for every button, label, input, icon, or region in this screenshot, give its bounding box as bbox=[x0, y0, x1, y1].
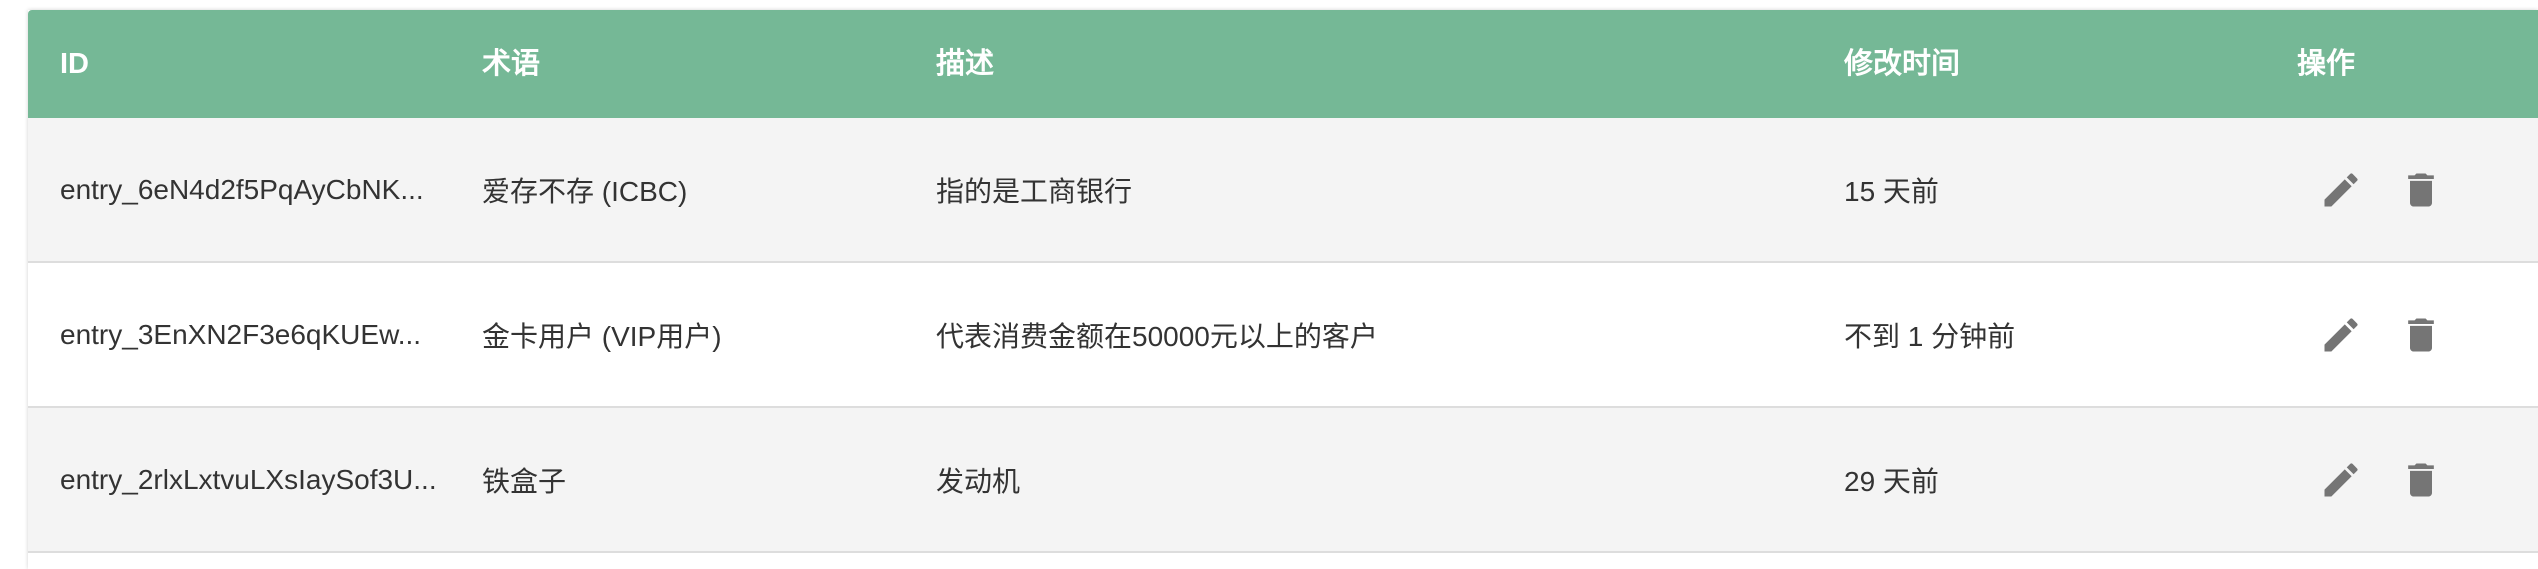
edit-button[interactable] bbox=[2311, 450, 2371, 510]
table-row: entry_3EnXN2F3e6qKUEw... 金卡用户 (VIP用户) 代表… bbox=[28, 263, 2538, 408]
cell-description: 发动机 bbox=[936, 465, 1021, 497]
column-header-id[interactable]: ID bbox=[28, 10, 482, 118]
cell-term: 铁盒子 bbox=[482, 465, 567, 497]
trash-icon bbox=[2408, 463, 2434, 496]
column-header-term[interactable]: 术语 bbox=[482, 10, 936, 118]
cell-id-text: entry_6eN4d2f5PqAyCbNK... bbox=[60, 174, 424, 206]
cell-modified: 不到 1 分钟前 bbox=[1844, 320, 2016, 352]
cell-modified: 15 天前 bbox=[1844, 175, 1939, 207]
cell-id: entry_3EnXN2F3e6qKUEw... bbox=[28, 318, 482, 352]
edit-button[interactable] bbox=[2311, 160, 2371, 220]
pencil-icon bbox=[2324, 172, 2358, 206]
cell-id-text: entry_2rlxLxtvuLXsIaySof3U... bbox=[60, 464, 437, 496]
trash-icon bbox=[2408, 173, 2434, 206]
cell-actions bbox=[2297, 450, 2538, 510]
cell-actions bbox=[2297, 160, 2538, 220]
delete-button[interactable] bbox=[2391, 450, 2451, 510]
cell-term: 爱存不存 (ICBC) bbox=[482, 175, 688, 207]
delete-button[interactable] bbox=[2391, 305, 2451, 365]
table-row: entry_2rlxLxtvuLXsIaySof3U... 铁盒子 发动机 29… bbox=[28, 408, 2538, 553]
cell-description: 代表消费金额在50000元以上的客户 bbox=[936, 320, 1378, 352]
column-header-modified[interactable]: 修改时间 bbox=[1844, 10, 2297, 118]
table-header: ID 术语 描述 修改时间 操作 bbox=[28, 10, 2538, 118]
trash-icon bbox=[2408, 318, 2434, 351]
edit-button[interactable] bbox=[2311, 305, 2371, 365]
column-header-actions: 操作 bbox=[2297, 48, 2356, 80]
table-row: entry_6eN4d2f5PqAyCbNK... 爱存不存 (ICBC) 指的… bbox=[28, 118, 2538, 263]
cell-id: entry_2rlxLxtvuLXsIaySof3U... bbox=[28, 463, 482, 497]
cell-id: entry_6eN4d2f5PqAyCbNK... bbox=[28, 173, 482, 207]
column-header-description[interactable]: 描述 bbox=[936, 10, 1844, 118]
cell-description: 指的是工商银行 bbox=[936, 175, 1133, 207]
table-row-partial bbox=[28, 553, 2538, 569]
cell-term: 金卡用户 (VIP用户) bbox=[482, 320, 722, 352]
cell-actions bbox=[2297, 305, 2538, 365]
cell-modified: 29 天前 bbox=[1844, 465, 1939, 497]
glossary-table: ID 术语 描述 修改时间 操作 entry_6eN4d2f5PqAyCbNK.… bbox=[28, 10, 2538, 569]
cell-id-text: entry_3EnXN2F3e6qKUEw... bbox=[60, 319, 422, 351]
pencil-icon bbox=[2324, 317, 2358, 351]
delete-button[interactable] bbox=[2391, 160, 2451, 220]
pencil-icon bbox=[2324, 462, 2358, 496]
